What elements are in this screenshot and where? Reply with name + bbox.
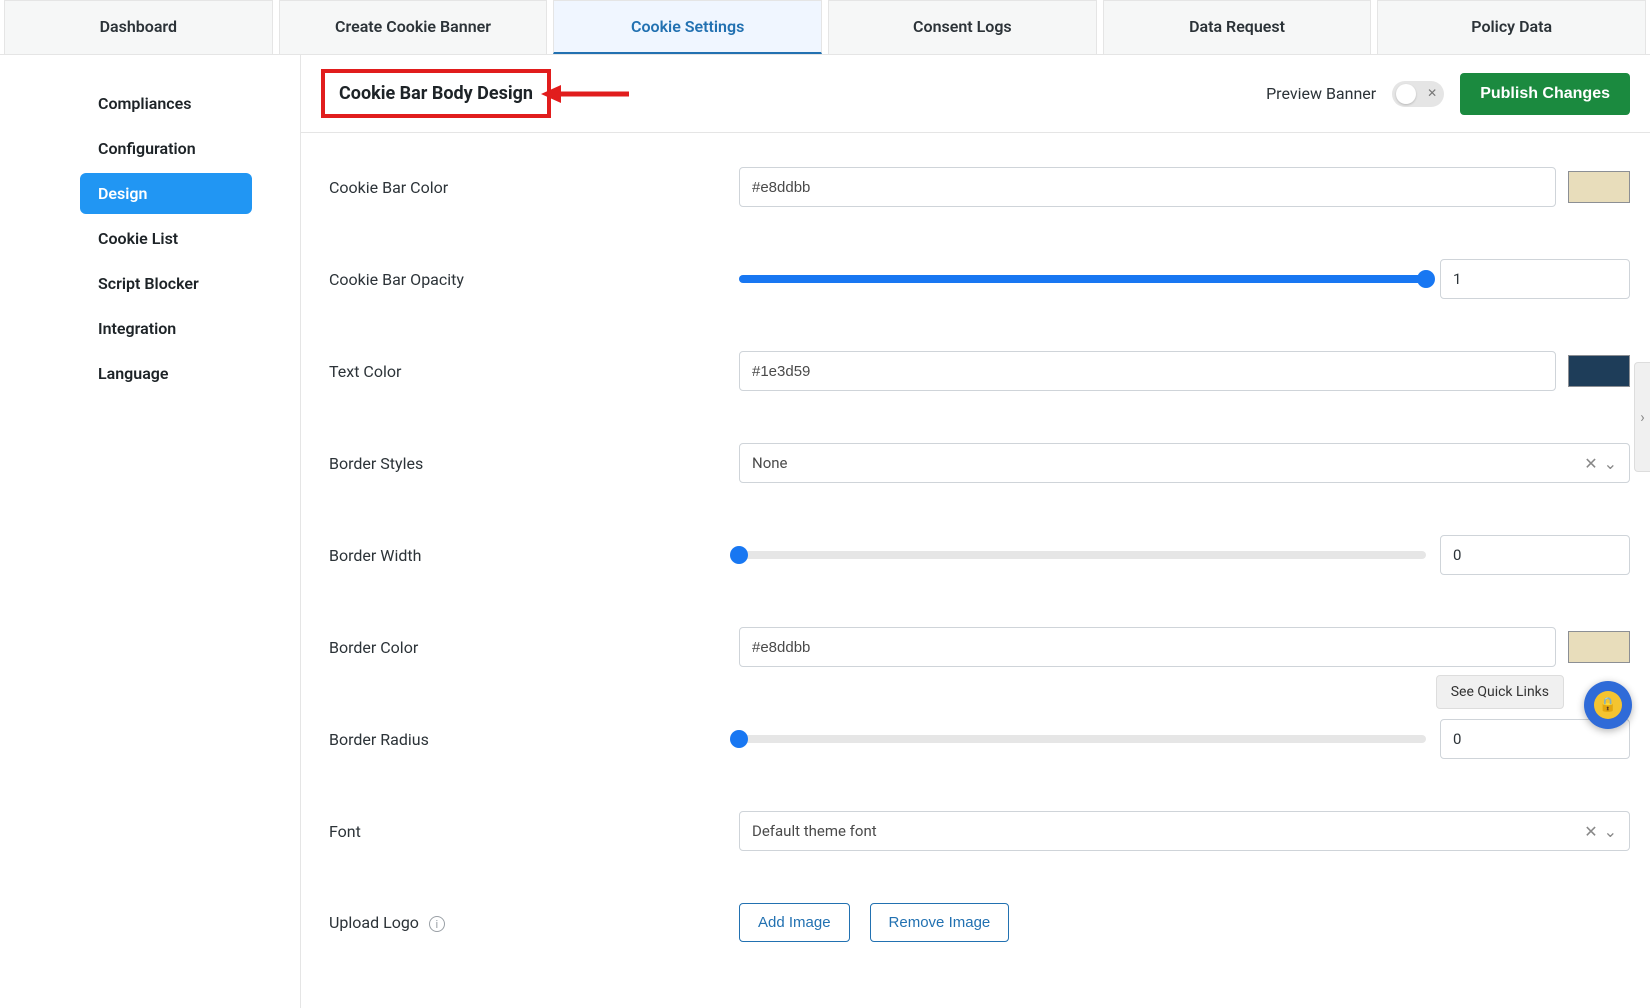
swatch-text-color[interactable] [1568,355,1630,387]
value-cookie-bar-opacity[interactable]: 1 [1440,259,1630,299]
select-font-value: Default theme font [752,822,877,840]
row-border-radius: Border Radius 0 [329,693,1630,785]
row-cookie-bar-color: Cookie Bar Color [329,141,1630,233]
help-bubble-button[interactable]: 🔒 [1584,681,1632,729]
label-text-color: Text Color [329,362,739,381]
callout-arrow-icon [541,83,631,105]
row-border-width: Border Width 0 [329,509,1630,601]
toggle-off-icon: ✕ [1427,86,1437,100]
row-border-color: Border Color [329,601,1630,693]
tab-cookie-settings[interactable]: Cookie Settings [553,0,822,54]
tab-consent-logs[interactable]: Consent Logs [828,0,1097,54]
tab-data-request[interactable]: Data Request [1103,0,1372,54]
top-tabs: Dashboard Create Cookie Banner Cookie Se… [0,0,1650,55]
input-cookie-bar-color[interactable] [739,167,1556,207]
row-text-color: Text Color [329,325,1630,417]
label-border-radius: Border Radius [329,730,739,749]
select-border-styles-value: None [752,454,788,472]
label-font: Font [329,822,739,841]
sidebar-item-script-blocker[interactable]: Script Blocker [80,263,252,304]
label-cookie-bar-color: Cookie Bar Color [329,178,739,197]
select-border-styles[interactable]: None ✕ ⌄ [739,443,1630,483]
main-panel: Cookie Bar Body Design Preview Banner ✕ … [300,55,1650,1008]
sidebar-item-cookie-list[interactable]: Cookie List [80,218,252,259]
tab-create-cookie-banner[interactable]: Create Cookie Banner [279,0,548,54]
chevron-down-icon[interactable]: ⌄ [1604,454,1617,473]
swatch-border-color[interactable] [1568,631,1630,663]
slider-border-width[interactable] [739,545,1426,565]
label-border-color: Border Color [329,638,739,657]
label-border-styles: Border Styles [329,454,739,473]
publish-changes-button[interactable]: Publish Changes [1460,73,1630,115]
info-icon[interactable]: i [429,916,445,932]
shield-lock-icon: 🔒 [1594,691,1622,719]
row-upload-logo: Upload Logo i Add Image Remove Image [329,877,1630,968]
page-header: Cookie Bar Body Design Preview Banner ✕ … [301,55,1650,133]
sidebar-item-integration[interactable]: Integration [80,308,252,349]
input-border-color[interactable] [739,627,1556,667]
slider-cookie-bar-opacity[interactable] [739,269,1426,289]
clear-icon[interactable]: ✕ [1584,822,1597,841]
row-border-styles: Border Styles None ✕ ⌄ [329,417,1630,509]
chevron-down-icon[interactable]: ⌄ [1604,822,1617,841]
settings-sidebar: Compliances Configuration Design Cookie … [0,55,300,1008]
row-cookie-bar-opacity: Cookie Bar Opacity 1 [329,233,1630,325]
label-border-width: Border Width [329,546,739,565]
tab-dashboard[interactable]: Dashboard [4,0,273,54]
quick-links-button[interactable]: See Quick Links [1436,675,1564,709]
page-title-highlight: Cookie Bar Body Design [321,69,551,118]
label-cookie-bar-opacity: Cookie Bar Opacity [329,270,739,289]
swatch-cookie-bar-color[interactable] [1568,171,1630,203]
clear-icon[interactable]: ✕ [1584,454,1597,473]
sidebar-item-configuration[interactable]: Configuration [80,128,252,169]
sidebar-item-design[interactable]: Design [80,173,252,214]
select-font[interactable]: Default theme font ✕ ⌄ [739,811,1630,851]
tab-policy-data[interactable]: Policy Data [1377,0,1646,54]
row-font: Font Default theme font ✕ ⌄ [329,785,1630,877]
label-upload-logo: Upload Logo i [329,913,739,933]
remove-image-button[interactable]: Remove Image [870,903,1010,942]
value-border-width[interactable]: 0 [1440,535,1630,575]
add-image-button[interactable]: Add Image [739,903,850,942]
slider-border-radius[interactable] [739,729,1426,749]
preview-banner-toggle[interactable]: ✕ [1392,81,1444,107]
page-title: Cookie Bar Body Design [339,83,533,104]
input-text-color[interactable] [739,351,1556,391]
sidebar-item-compliances[interactable]: Compliances [80,83,252,124]
side-drawer-handle[interactable]: › [1634,362,1650,472]
sidebar-item-language[interactable]: Language [80,353,252,394]
preview-banner-label: Preview Banner [1266,84,1376,103]
